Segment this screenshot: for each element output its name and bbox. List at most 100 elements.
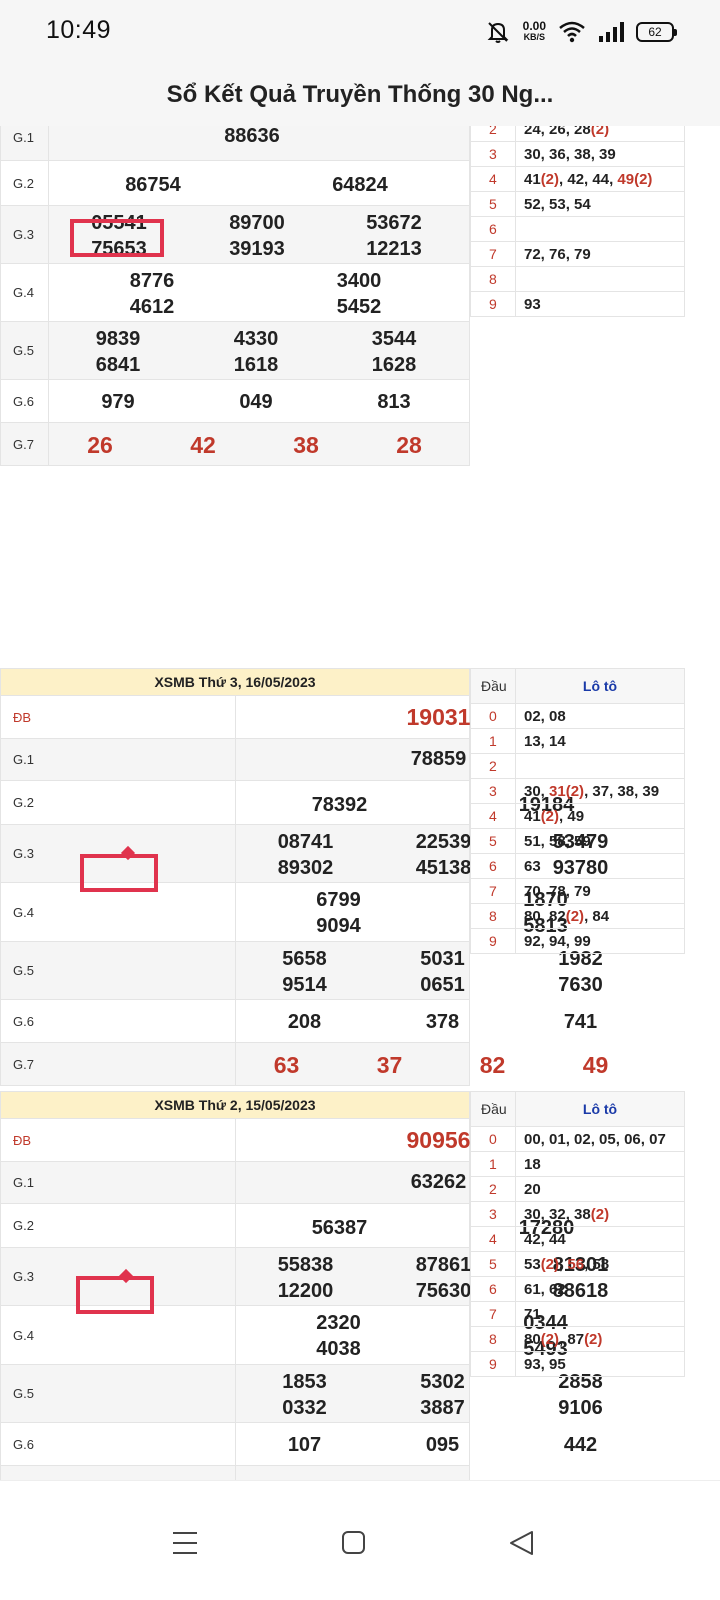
- loto-dau: 7: [470, 241, 516, 267]
- prize-number: 55838: [277, 1254, 334, 1276]
- loto-dau: 7: [470, 1301, 516, 1327]
- prize-number: 7630: [558, 974, 603, 996]
- prize-number: 4612: [129, 296, 175, 318]
- loto-values: 93: [515, 291, 685, 317]
- prize-number: 741: [563, 1011, 598, 1033]
- loto-row: 5 52, 53, 54: [470, 191, 685, 217]
- prize-number: 049: [239, 391, 273, 413]
- row-label: G.3: [0, 205, 49, 264]
- loto-values: 30, 36, 38, 39: [515, 141, 685, 167]
- result-table: XSMB Thứ 2, 15/05/2023 ĐB 90956 G.1 6326…: [0, 1091, 608, 1480]
- home-icon[interactable]: [333, 1523, 373, 1563]
- loto-values: 20: [515, 1176, 685, 1202]
- row-label: G.2: [0, 1203, 236, 1248]
- loto-values: 71: [515, 1301, 685, 1327]
- loto-values: 42, 44: [515, 1226, 685, 1252]
- loto-dau: 1: [470, 1151, 516, 1177]
- loto-dau: 6: [470, 216, 516, 242]
- loto-row: 3 30, 32, 38(2): [470, 1201, 685, 1227]
- prize-number: 64824: [332, 174, 388, 196]
- loto-dau: 3: [470, 141, 516, 167]
- prize-number: 095: [425, 1434, 460, 1456]
- prize-number: 26: [87, 432, 113, 458]
- prize-number: 88636: [224, 126, 280, 147]
- row-g3: G.3 55838 87861 81301 12200 75630 88618: [0, 1247, 608, 1306]
- row-label: G.6: [0, 1422, 236, 1466]
- loto-dau: 0: [470, 703, 516, 729]
- loto-dau: 2: [470, 1176, 516, 1202]
- highlight-marker: [80, 854, 158, 892]
- prize-number: 3887: [420, 1397, 465, 1419]
- back-icon[interactable]: [502, 1523, 542, 1563]
- loto-values: 30, 31(2), 37, 38, 39: [515, 778, 685, 804]
- row-g4: G.4 8776 3400 4612 5452: [0, 263, 470, 322]
- prize-number: 82: [479, 1052, 506, 1078]
- loto-values: 51, 58, 59: [515, 828, 685, 854]
- prize-number: 5658: [282, 948, 327, 970]
- loto-values: 18: [515, 1151, 685, 1177]
- mute-bell-icon: [487, 22, 509, 43]
- prize-number: 6841: [95, 354, 141, 376]
- loto-rows: 0 00, 01, 02, 05, 06, 07 1 18 2 20 3 30, 32, 38…: [470, 1126, 685, 1377]
- loto-values: 30, 32, 38(2): [515, 1201, 685, 1227]
- loto-row: 0 00, 01, 02, 05, 06, 07: [470, 1126, 685, 1152]
- loto-values: 53(2), 56, 58: [515, 1251, 685, 1277]
- row-g7: G.7 63 37 82 49: [0, 1042, 608, 1086]
- prize-number: 1618: [233, 354, 279, 376]
- loto-row: 4 41(2), 42, 44, 49(2): [470, 166, 685, 192]
- row-g5: G.5 9839 4330 3544 6841 1618 1628: [0, 321, 470, 380]
- row-label: G.1: [0, 126, 49, 161]
- row-label: ĐB: [0, 695, 236, 739]
- loto-row: 9 92, 94, 99: [470, 928, 685, 954]
- loto-head-dau: Đầu: [470, 668, 516, 704]
- row-label: G.5: [0, 1364, 236, 1423]
- prize-number: 89302: [277, 857, 334, 879]
- loto-dau: 8: [470, 903, 516, 929]
- prize-number: 08741: [277, 831, 334, 853]
- loto-dau: 3: [470, 778, 516, 804]
- prize-number: 12213: [366, 238, 422, 260]
- prize-number: 3400: [336, 270, 382, 292]
- loto-row: 7 70, 78, 79: [470, 878, 685, 904]
- loto-dau: 4: [470, 1226, 516, 1252]
- row-label: G.4: [0, 1305, 236, 1365]
- loto-values: 41(2), 49: [515, 803, 685, 829]
- prize-number: 53672: [366, 212, 422, 234]
- loto-dau: 9: [470, 291, 516, 317]
- prize-number: 89700: [229, 212, 285, 234]
- row-label: G.1: [0, 1161, 236, 1204]
- loto-row: 7 72, 76, 79: [470, 241, 685, 267]
- loto-dau: 8: [470, 266, 516, 292]
- prize-number: 9094: [316, 915, 361, 937]
- prize-number: 813: [377, 391, 411, 413]
- loto-table: Đầu Lô tô 0 02, 08 1 13, 14 2 3 30, 31(2), 37,…: [470, 668, 685, 954]
- row-label: G.7: [0, 422, 49, 466]
- loto-values: 41(2), 42, 44, 49(2): [515, 166, 685, 192]
- prize-number: 107: [287, 1434, 322, 1456]
- result-table: XSMB Thứ 3, 16/05/2023 ĐB 19031 G.1 7885…: [0, 668, 608, 1086]
- result-date: XSMB Thứ 2, 15/05/2023: [0, 1091, 470, 1119]
- prize-number: 5452: [336, 296, 382, 318]
- loto-values: [515, 753, 685, 779]
- loto-table: 2 24, 26, 28(2) 3 30, 36, 38, 39 4 41(2), 42,…: [470, 126, 685, 317]
- loto-values: 93, 95: [515, 1351, 685, 1377]
- row-g7: G.7 26 42 38 28: [0, 422, 470, 466]
- row-g6: G.6 208 378 741: [0, 999, 597, 1043]
- prize-number: 6799: [316, 889, 361, 911]
- results-scroll-area[interactable]: G.1 88636 G.2 86754 64824 G.3 05541 8970…: [0, 126, 720, 1480]
- row-label: G.6: [0, 999, 236, 1043]
- row-db: ĐB 19031: [0, 695, 470, 739]
- menu-icon[interactable]: [165, 1523, 205, 1563]
- row-g7-partial: [0, 1465, 470, 1480]
- result-date: XSMB Thứ 3, 16/05/2023: [0, 668, 470, 696]
- row-label: G.4: [0, 263, 49, 322]
- loto-values: 24, 26, 28(2): [515, 126, 685, 142]
- row-g5: G.5 1853 5302 2858 0332 3887 9106: [0, 1364, 603, 1423]
- status-icons: 0.00 KB/S 62: [485, 18, 677, 46]
- loto-row: 1 18: [470, 1151, 685, 1177]
- prize-number: 9106: [558, 1397, 603, 1419]
- prize-number: 1853: [282, 1371, 327, 1393]
- loto-values: 92, 94, 99: [515, 928, 685, 954]
- prize-number: 1628: [371, 354, 417, 376]
- loto-row: 5 53(2), 56, 58: [470, 1251, 685, 1277]
